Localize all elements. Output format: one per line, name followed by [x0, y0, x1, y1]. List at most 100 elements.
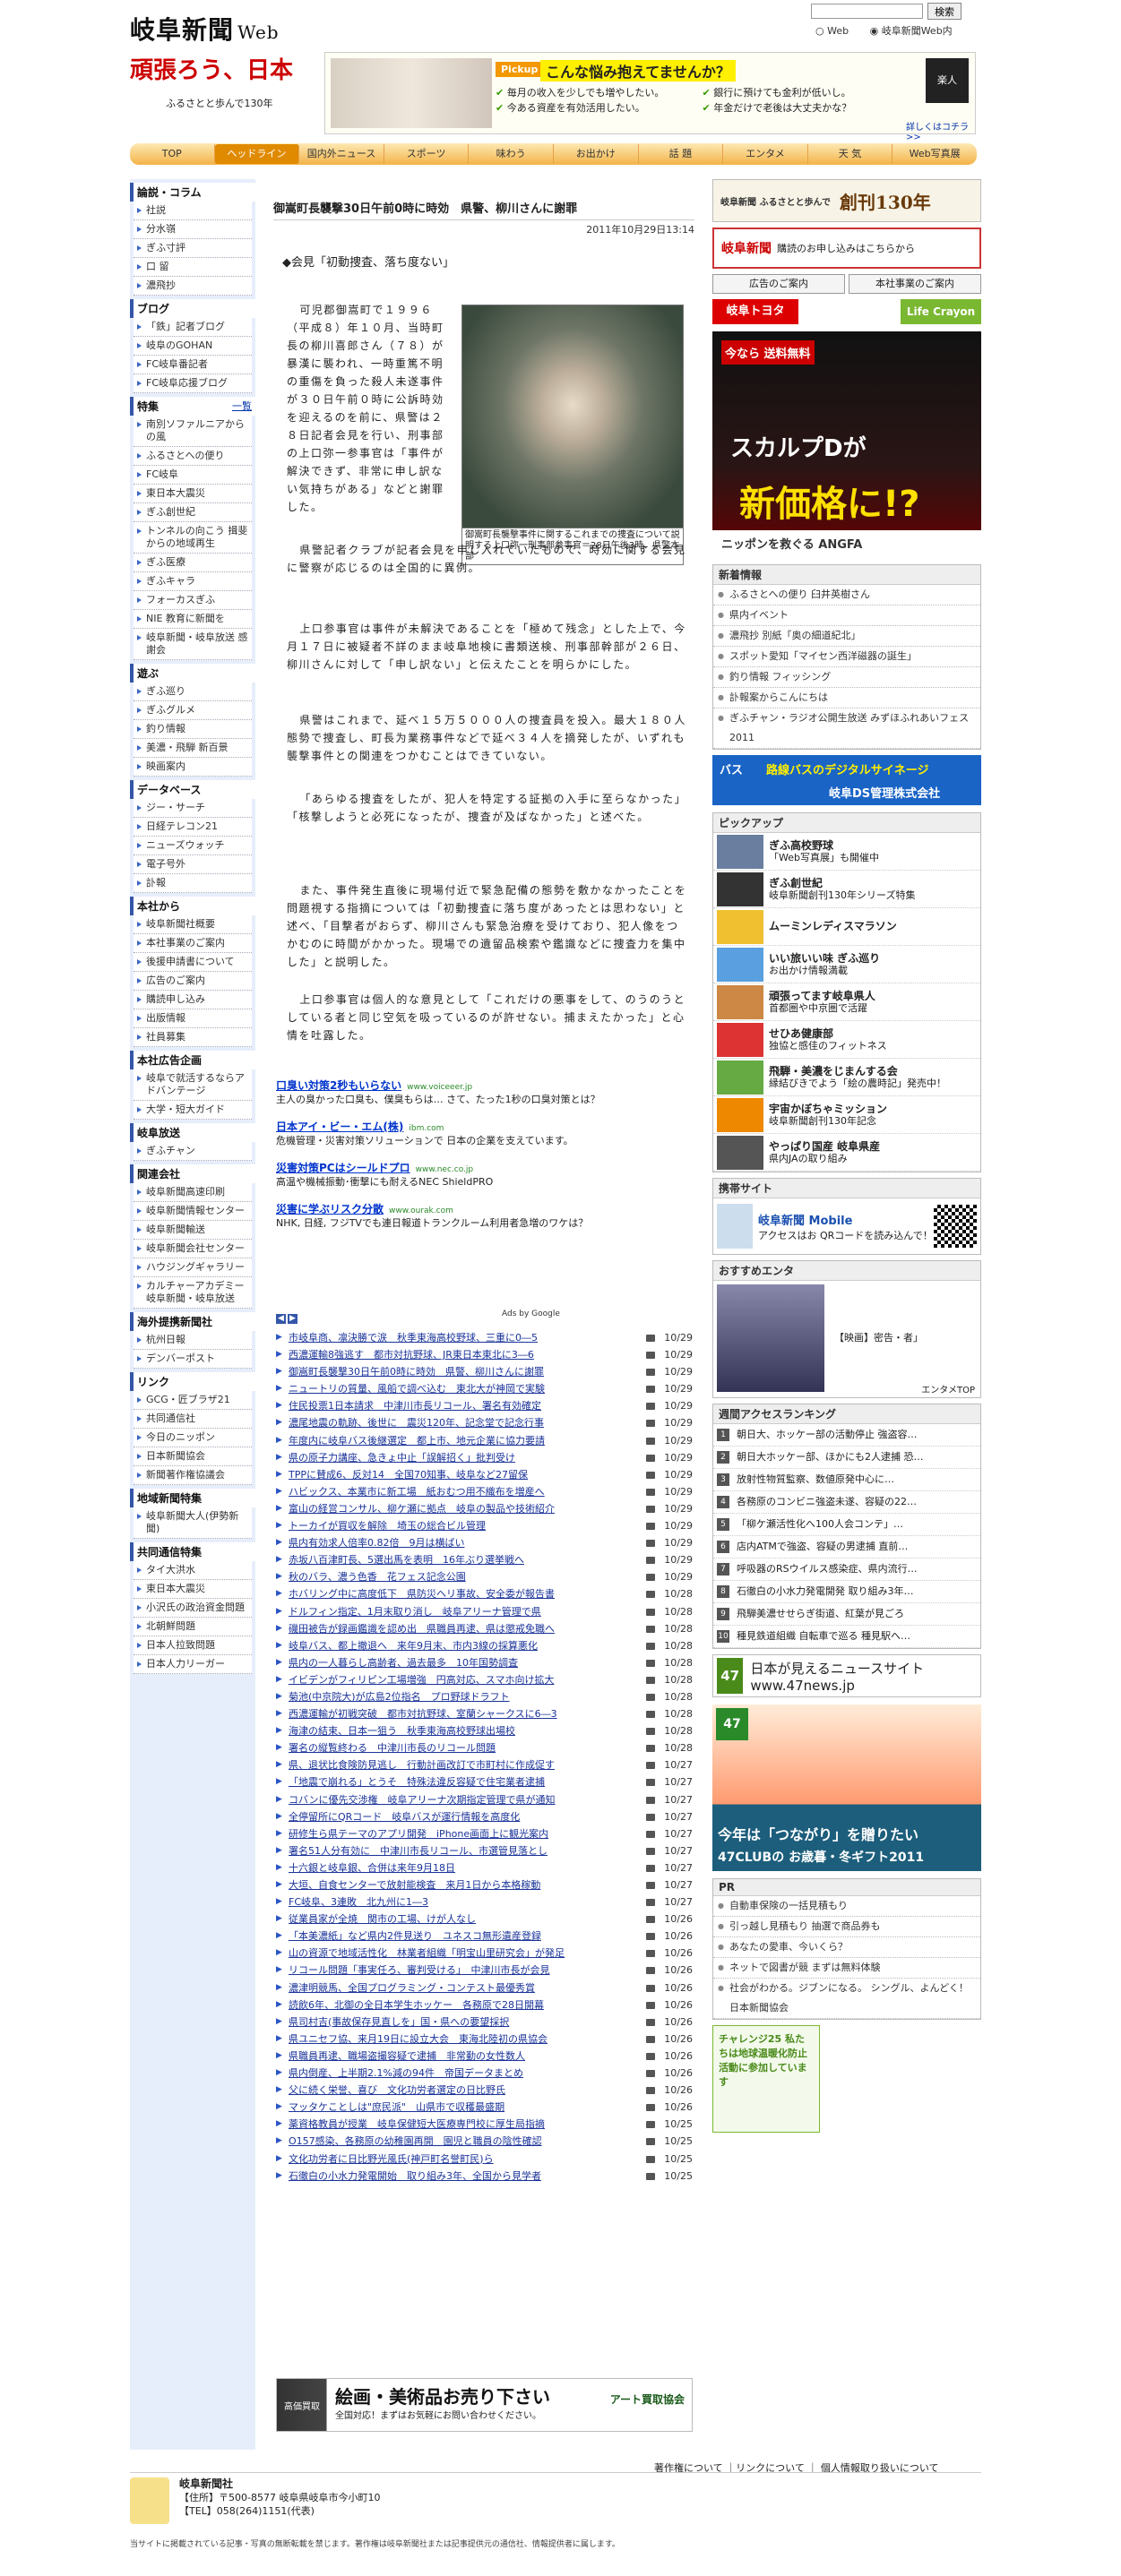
sidebar-item[interactable]: 美濃・飛騨 新百景	[134, 739, 252, 758]
nav-world-news[interactable]: 国内外ニュース	[299, 144, 384, 164]
sidebar-item[interactable]: 東日本大震災	[134, 1580, 252, 1599]
news-row[interactable]: ▶ 秋のバラ、濃う色香 花フェス記念公園 10/29	[276, 1568, 693, 1585]
news-title[interactable]: 全停留所にQRコード 岐阜バスが運行情報を高度化	[289, 1808, 644, 1825]
news-title[interactable]: 父に続く栄誉、喜び 文化功労者選定の日比野氏	[289, 2082, 644, 2099]
sidebar-item[interactable]: 岐阜新聞高速印刷	[134, 1183, 252, 1202]
pr-item[interactable]: 引っ越し見積もり 抽選で商品券も	[713, 1917, 980, 1937]
news-row[interactable]: ▶ 県内有効求人倍率0.82倍 9月は横ばい 10/29	[276, 1534, 693, 1551]
pickup-item[interactable]: 飛騨・美濃をじまんする会 縁結びきでよう「絵の農時記」発売中！	[713, 1059, 980, 1096]
sidebar-item[interactable]: 南別ソファルニアからの風	[134, 416, 252, 447]
news-row[interactable]: ▶ ドルフィン指定、1月末取り消し 岐阜アリーナ管理で県 10/28	[276, 1603, 693, 1620]
news-row[interactable]: ▶ 県内倒産、上半期2.1%減の94件 帝国データまとめ 10/26	[276, 2065, 693, 2082]
rank-title[interactable]: 朝日大、ホッケー部の活動停止 強盗容…	[737, 1424, 918, 1446]
news-title[interactable]: 西濃運輸が初戦突破 都市対抗野球、室蘭シャークスに6―3	[289, 1705, 644, 1722]
nav-topics[interactable]: 話 題	[639, 144, 724, 164]
news-title[interactable]: 研修生ら県テーマのアプリ開発 iPhone画面上に観光案内	[289, 1825, 644, 1842]
prev-icon[interactable]: ◀	[276, 1314, 286, 1324]
sidebar-item[interactable]: ニューズウォッチ	[134, 837, 252, 855]
news-row[interactable]: ▶ 署名の縦覧終わる 中津川市長のリコール問題 10/28	[276, 1739, 693, 1756]
news-title[interactable]: TPPに賛成6、反対14 全国70知事、岐阜など27留保	[289, 1466, 644, 1483]
pickup-item[interactable]: ぎふ高校野球 「Web写真展」も開催中	[713, 833, 980, 871]
news-row[interactable]: ▶ TPPに賛成6、反対14 全国70知事、岐阜など27留保 10/29	[276, 1466, 693, 1483]
rank-title[interactable]: 石徹白の小水力発電開発 取り組み3年…	[737, 1581, 914, 1602]
sidebar-item[interactable]: 岐阜新聞社概要	[134, 915, 252, 934]
sidebar-item[interactable]: 日本新聞協会	[134, 1447, 252, 1466]
sidebar-item[interactable]: デンバーポスト	[134, 1350, 252, 1369]
sidebar-item[interactable]: ぎふ医療	[134, 554, 252, 572]
news-row[interactable]: ▶ 大垣、自食センターで放射能検査 来月1日から本格稼動 10/27	[276, 1876, 693, 1893]
news-title[interactable]: 「本美濃紙」など県内2件見送り ユネスコ無形遺産登録	[289, 1928, 644, 1945]
rank-title[interactable]: 各務原のコンビニ強盗未遂、容疑の22…	[737, 1491, 917, 1513]
sidebar-item[interactable]: 共同通信社	[134, 1410, 252, 1429]
ranking-item[interactable]: 10 種見鉄道組織 自転車で巡る 種見駅へ…	[713, 1626, 980, 1648]
news-row[interactable]: ▶ 市岐阜商、凛決勝で涙 秋季東海高校野球、三重に0―5 10/29	[276, 1329, 693, 1346]
news-title[interactable]: FC岐阜、3連敗 北九州に1―3	[289, 1893, 644, 1911]
pickup-item[interactable]: ムーミンレディスマラソン	[713, 908, 980, 946]
article-photo[interactable]	[461, 305, 684, 528]
news-title[interactable]: 濃津明競馬、全国プログラミング・コンテスト最優秀賞	[289, 1979, 644, 1996]
sidebar-item[interactable]: 濃飛抄	[134, 277, 252, 296]
pickup-ad[interactable]: Pickup こんな悩み抱えてませんか？ 毎月の收入を少しでも増やしたい。 今あ…	[324, 52, 976, 142]
sidebar-item[interactable]: 映画案内	[134, 758, 252, 777]
sidebar-item[interactable]: 電子号外	[134, 855, 252, 874]
news-title[interactable]: マッタケことしは"庶民派" 山県市で収穫最盛期	[289, 2099, 644, 2116]
rank-title[interactable]: 飛騨美濃せせらぎ街道、紅葉が見ごろ	[737, 1603, 904, 1625]
news-row[interactable]: ▶ 十六銀と岐阜銀、合併は来年9月18日 10/27	[276, 1859, 693, 1876]
news-row[interactable]: ▶ ニュートリの質量、風船で調べ込む 東北大が神岡で実験 10/29	[276, 1380, 693, 1397]
news-row[interactable]: ▶ 署名51人分有効に 中津川市長リコール、市選管見落とし 10/27	[276, 1842, 693, 1859]
rank-title[interactable]: 呼吸器のRSウイルス感染症、県内流行…	[737, 1558, 918, 1580]
nav-food[interactable]: 味わう	[469, 144, 554, 164]
sidebar-item[interactable]: トンネルの向こう 揖斐からの地域再生	[134, 522, 252, 554]
ranking-item[interactable]: 3 放射性物質監察、数値原発中心に…	[713, 1469, 980, 1491]
news-title[interactable]: 県内倒産、上半期2.1%減の94件 帝国データまとめ	[289, 2065, 644, 2082]
sidebar-item[interactable]: 広告のご案内	[134, 972, 252, 991]
news-row[interactable]: ▶ 県、退状比食険防見逃し 行動計画改訂で市町村に作成促す 10/27	[276, 1756, 693, 1773]
nav-entertainment[interactable]: エンタメ	[723, 144, 808, 164]
sidebar-item[interactable]: GCG・匠ブラザ21	[134, 1391, 252, 1410]
sidebar-item[interactable]: 岐阜新聞輸送	[134, 1221, 252, 1240]
news-title[interactable]: ホバリング中に高度低下 県防災ヘリ事故、安全委が報告書	[289, 1585, 644, 1602]
sidebar-item[interactable]: 新聞著作権協議会	[134, 1466, 252, 1485]
sidebar-item[interactable]: 岐阜新聞大人(伊勢新聞)	[134, 1507, 252, 1539]
art-buyback-banner[interactable]: 高価買取 絵画・美術品お売り下さい 全国対応！まずはお気軽にお問い合わせください…	[276, 2378, 693, 2432]
rank-title[interactable]: 放射性物質監察、数値原発中心に…	[737, 1469, 894, 1490]
pickup-item[interactable]: やっぱり国産 岐阜県産 県内JAの取り組み	[713, 1134, 980, 1172]
sidebar-item[interactable]: FC岐阜応援ブログ	[134, 374, 252, 393]
new-info-item[interactable]: 釣り情報 フィッシング	[713, 667, 980, 688]
news-row[interactable]: ▶ 住民投票1日本請求 中津川市長リコール、署名有効確定 10/29	[276, 1397, 693, 1414]
sidebar-item[interactable]: 岐阜で就活するならアドバンテージ	[134, 1069, 252, 1101]
news-title[interactable]: 濃尾地震の軌跡、後世に 震災120年、記念堂で記念行事	[289, 1414, 644, 1431]
news-row[interactable]: ▶ 濃尾地震の軌跡、後世に 震災120年、記念堂で記念行事 10/29	[276, 1414, 693, 1431]
news-title[interactable]: イビデンがフィリピン工場増強 円高対応、スマホ向け拡大	[289, 1671, 644, 1688]
anniversary-banner[interactable]: 岐阜新聞 ふるさとと歩んで 創刊130年	[712, 179, 981, 222]
news-row[interactable]: ▶ 「本美濃紙」など県内2件見送り ユネスコ無形遺産登録 10/26	[276, 1928, 693, 1945]
news-title[interactable]: 菊池(中京院大)が広島2位指名 プロ野球ドラフト	[289, 1688, 644, 1705]
news-row[interactable]: ▶ 磯田被告が録画鑑識を認め出 県職員再逮、県は懲戒免職へ 10/28	[276, 1620, 693, 1637]
news-title[interactable]: O157感染、各務原の幼稚園再開 園児と職員の陰性確認	[289, 2133, 644, 2150]
sidebar-item[interactable]: 後援申請書について	[134, 953, 252, 972]
sidebar-item[interactable]: 社説	[134, 202, 252, 220]
news-title[interactable]: 署名51人分有効に 中津川市長リコール、市選管見落とし	[289, 1842, 644, 1859]
pickup-detail-link[interactable]: 詳しくはコチラ >>	[906, 119, 975, 142]
news-title[interactable]: 秋のバラ、濃う色香 花フェス記念公園	[289, 1568, 644, 1585]
ranking-item[interactable]: 6 店内ATMで強盗、容疑の男逮捕 直前…	[713, 1536, 980, 1558]
sidebar-item[interactable]: 日本人力リーガー	[134, 1655, 252, 1674]
sidebar-item[interactable]: 大学・短大ガイド	[134, 1101, 252, 1120]
rank-title[interactable]: 「柳ケ瀬活性化へ100人会コンテ」…	[737, 1514, 903, 1535]
sidebar-item[interactable]: 杭州日報	[134, 1331, 252, 1350]
scalp-d-ad[interactable]: 今なら 送料無料 スカルプDが 新価格に!? ニッポンを救ぐる ANGFA	[712, 331, 981, 555]
news-row[interactable]: ▶ イビデンがフィリピン工場増強 円高対応、スマホ向け拡大 10/28	[276, 1671, 693, 1688]
news-title[interactable]: 「地震で崩れる」とうそ 特殊法違反容疑で住宅業者逮捕	[289, 1773, 644, 1790]
challenge25-badge[interactable]: チャレンジ25 私たちは地球温暖化防止活動に参加しています	[712, 2025, 820, 2133]
news-row[interactable]: ▶ 富山の経営コンサル、柳ケ瀬に拠点 岐阜の製品や技術紹介 10/29	[276, 1500, 693, 1517]
search-button[interactable]: 検索	[927, 3, 961, 20]
news-title[interactable]: ハビックス、本業市に新工場 紙おむつ用不織布を増産へ	[289, 1483, 644, 1500]
news-title[interactable]: 富山の経営コンサル、柳ケ瀬に拠点 岐阜の製品や技術紹介	[289, 1500, 644, 1517]
news-row[interactable]: ▶ 読飲6年、北御の全日本学生ホッケー 各務原で28日開幕 10/26	[276, 1996, 693, 2014]
news-title[interactable]: 十六銀と岐阜銀、合併は来年9月18日	[289, 1859, 644, 1876]
pr-item[interactable]: ネットで図書が競 まずは無料体験	[713, 1958, 980, 1979]
enta-title[interactable]: 【映画】密告・者」	[834, 1330, 923, 1344]
news-title[interactable]: 岐阜バス、都上撤退へ 来年9月末、市内3線の採算悪化	[289, 1637, 644, 1654]
events-button[interactable]: 本社事業のご案内	[849, 274, 981, 294]
news-row[interactable]: ▶ 赤坂八百津町長、5選出馬を表明 16年ぶり選挙戦へ 10/29	[276, 1551, 693, 1568]
